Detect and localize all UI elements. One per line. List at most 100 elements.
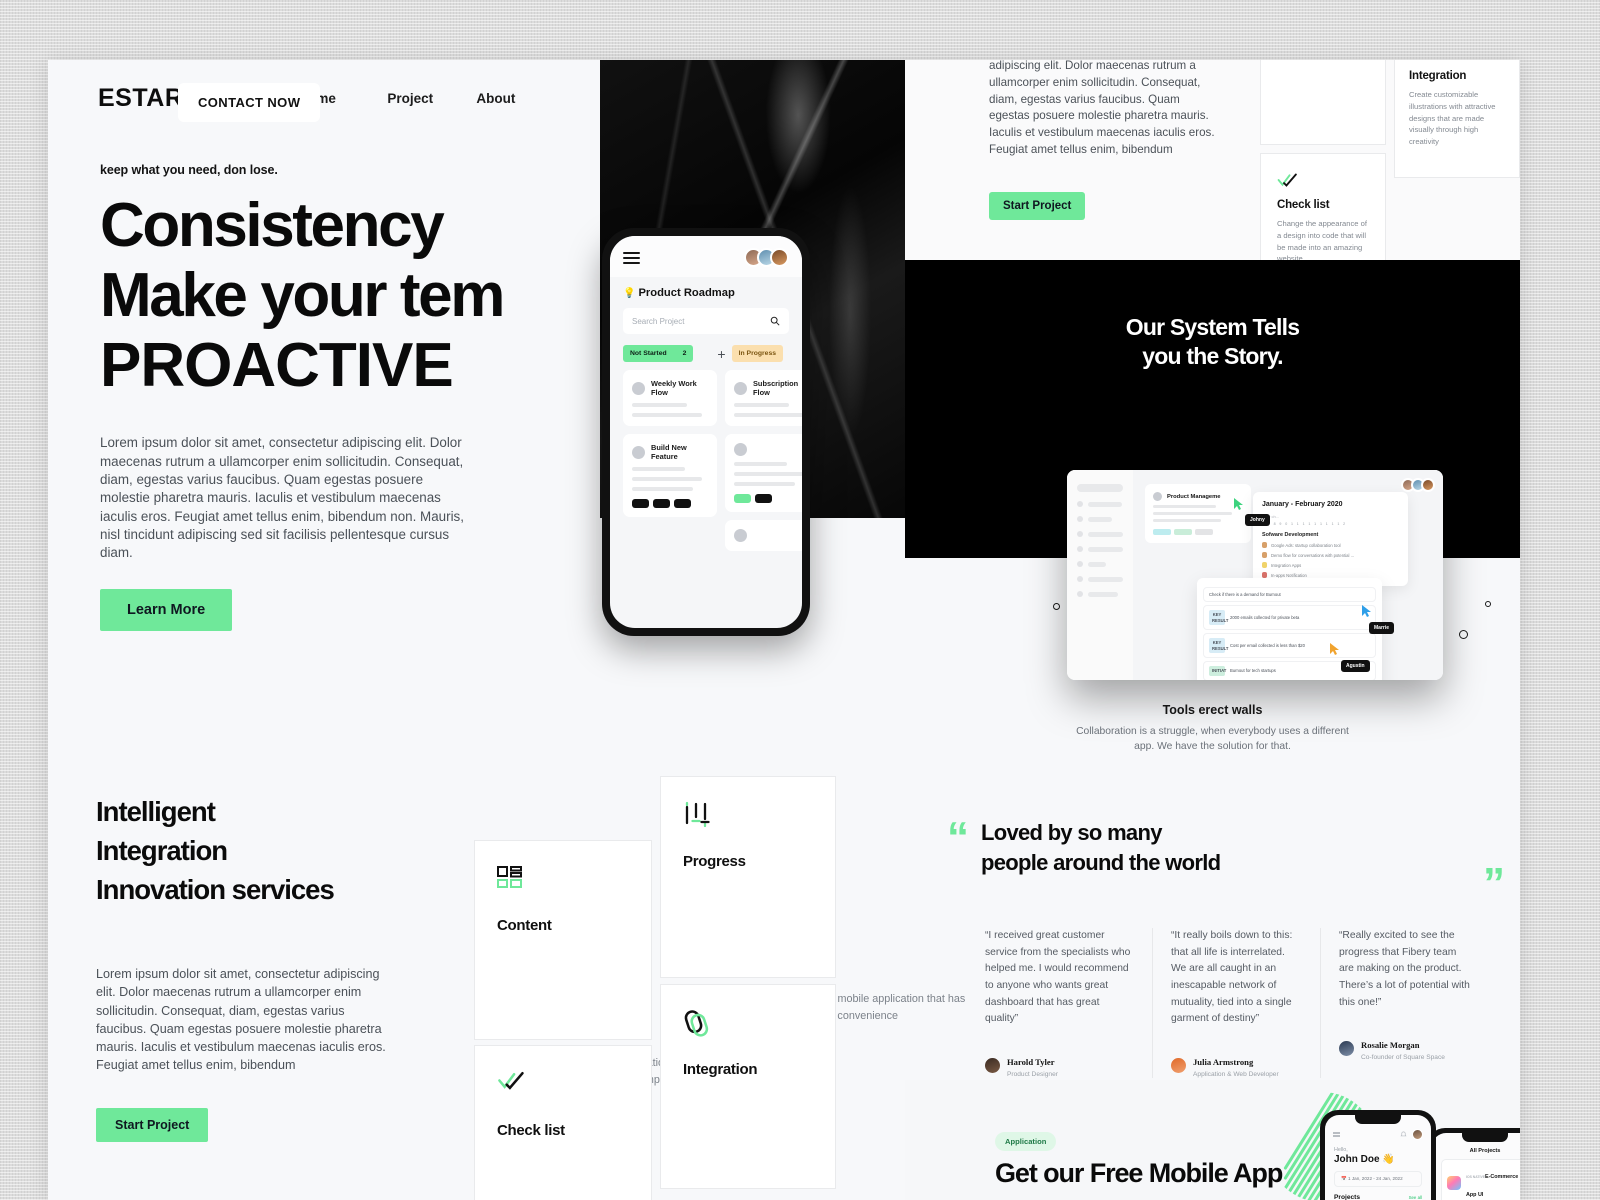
skeleton-bar: [1153, 519, 1222, 522]
hero-title-line-3: PROACTIVE: [100, 331, 454, 401]
tag-row: [1153, 529, 1243, 535]
search-placeholder: Search Project: [632, 316, 685, 326]
project-list-item[interactable]: IOS NATIVEE-Commerce App UI: [1441, 1159, 1520, 1200]
phone-screen: Hello, John Doe 👋 📅 1 Jan, 2022 - 24 Jan…: [1325, 1115, 1431, 1200]
avatar-group: [744, 248, 789, 267]
avatar: [1339, 1040, 1354, 1056]
calendar-icon: 📅: [1341, 1176, 1347, 1181]
task-title: Weekly Work Flow: [651, 379, 697, 397]
testimonial-name: Julia Armstrong: [1193, 1057, 1254, 1068]
sidebar-row: [1077, 576, 1123, 582]
avatar-placeholder: [632, 445, 645, 459]
status-chips: Not Started 2 + In Progress: [623, 345, 789, 362]
task-label: Check if there is a demand for Burnout: [1209, 592, 1281, 597]
services-title-line-1: Intelligent: [96, 796, 216, 827]
nav-links: Home Project About: [298, 91, 565, 106]
task-card[interactable]: [725, 434, 802, 512]
decor-dot: [1459, 630, 1468, 639]
skeleton-bar: [1077, 484, 1123, 492]
skeleton-bar: [1153, 505, 1216, 508]
service-card-progress[interactable]: Progress Make the appearance of a mobile…: [660, 776, 965, 1022]
task-card[interactable]: Build New Feature: [623, 434, 717, 517]
avatar: [770, 248, 789, 267]
bell-icon[interactable]: [1400, 1131, 1407, 1138]
testimonial-name: Harold Tyler: [1007, 1057, 1055, 1068]
projects-header-row: Projects See all: [1334, 1194, 1422, 1200]
learn-more-button[interactable]: Learn More: [100, 588, 233, 631]
hero-title-line-2: Make your tem: [100, 261, 505, 331]
search-icon: [770, 316, 780, 326]
cursor-icon-blue: [1362, 605, 1371, 617]
task-card[interactable]: Weekly Work Flow: [623, 370, 717, 426]
project-card[interactable]: Product Manageme: [1145, 484, 1251, 543]
mini-card-title: Check list: [1277, 199, 1330, 211]
testimonial-item: “I received great customer service from …: [985, 928, 1153, 1079]
sidebar-row: [1077, 591, 1123, 597]
task-row[interactable]: KEY RESULT 2000 emails collected for priv…: [1203, 605, 1376, 631]
mini-card-partial: [1260, 60, 1386, 145]
page-title: Consistency Make your tem PROACTIVE: [100, 191, 588, 401]
chip-not-started[interactable]: Not Started 2: [623, 345, 694, 362]
contact-now-button[interactable]: CONTACT NOW: [178, 83, 321, 122]
sidebar-row: [1077, 501, 1123, 507]
date-range-field[interactable]: 📅 1 Jan, 2022 - 24 Jan, 2022: [1334, 1171, 1422, 1187]
dashboard-sidebar: [1067, 470, 1133, 680]
testimonials-heading: “ Loved by so many people around the wor…: [947, 813, 1505, 908]
task-label: Cost per email collected is less than $2…: [1230, 643, 1305, 649]
see-all-link[interactable]: See all: [1409, 1195, 1422, 1200]
avatar: [985, 1057, 1000, 1073]
greeting-label: Hello,: [1334, 1147, 1348, 1153]
service-card-check-list[interactable]: Check list Change the appearance of a de…: [474, 1045, 652, 1200]
nav-item-about[interactable]: About: [476, 91, 565, 106]
testimonial-item: “It really boils down to this: that all …: [1153, 928, 1321, 1079]
calendar-card[interactable]: January - February 2020 Sear ch... 6 7 8…: [1253, 492, 1408, 587]
calendar-row[interactable]: Integration Apps: [1262, 562, 1399, 569]
story-caption-title: Tools erect walls: [1162, 703, 1263, 717]
testimonial-author: Julia Armstrong Application & Web Develop…: [1171, 1052, 1302, 1078]
hero-copy: keep what you need, don lose. Consistenc…: [48, 113, 588, 631]
calendar-search[interactable]: Sear ch...: [1262, 514, 1399, 519]
nav-item-project[interactable]: Project: [387, 91, 476, 106]
service-card-title: Content: [497, 917, 552, 934]
skeleton-bar: [632, 487, 693, 491]
avatar[interactable]: [1412, 1129, 1423, 1140]
sidebar-row: [1077, 531, 1123, 537]
phone-mockup-projects: All Projects IOS NATIVEE-Commerce App UI…: [1427, 1128, 1520, 1200]
start-project-button[interactable]: Start Project: [96, 1108, 209, 1142]
task-card[interactable]: Subscription Flow: [725, 370, 802, 426]
cursor-nametag-agustin: Agustin: [1341, 660, 1370, 672]
tag-pills: [734, 494, 802, 503]
skeleton-bar: [734, 482, 795, 486]
task-title: Build New Feature: [651, 443, 687, 461]
hamburger-icon[interactable]: [623, 249, 640, 267]
service-card-integration[interactable]: Integration Create customizable illustra…: [660, 984, 836, 1189]
start-project-button-top[interactable]: Start Project: [989, 192, 1086, 220]
task-row[interactable]: OBJECTCheck if there is a demand for Bur…: [1203, 587, 1376, 603]
services-paragraph: Lorem ipsum dolor sit amet, consectetur …: [96, 967, 386, 1073]
calendar-title: January - February 2020: [1262, 501, 1343, 508]
mini-card-title: Integration: [1409, 70, 1467, 82]
hamburger-icon[interactable]: [1333, 1131, 1340, 1138]
phone-mockup: 💡 Product Roadmap Search Project Not Star…: [602, 228, 810, 636]
roadmap-title: 💡 Product Roadmap: [610, 277, 802, 299]
avatar-group: [1401, 478, 1435, 492]
service-card-title: Progress: [683, 853, 746, 870]
projects-label: Projects: [1334, 1194, 1361, 1200]
service-card-content[interactable]: Content Create 2d / 3d video animation i…: [474, 840, 786, 1086]
skeleton-bar: [734, 472, 802, 476]
dashboard-main: Product Manageme January - February 2020…: [1133, 470, 1443, 680]
top-right-paragraph: adipiscing elit. Dolor maecenas rutrum a…: [989, 60, 1215, 156]
services-title: Intelligent Integration Innovation servi…: [96, 792, 456, 909]
phone-screen: All Projects IOS NATIVEE-Commerce App UI…: [1432, 1133, 1520, 1200]
task-tag: KEY RESULT: [1209, 638, 1228, 654]
chip-in-progress[interactable]: In Progress: [731, 345, 784, 362]
testimonial-role: Product Designer: [1007, 1071, 1058, 1079]
add-icon[interactable]: +: [717, 346, 725, 362]
story-heading: Our System Tells you the Story.: [905, 260, 1520, 370]
mini-card-integration[interactable]: Integration Create customizable illustra…: [1394, 60, 1520, 178]
task-card[interactable]: [725, 520, 802, 551]
calendar-row[interactable]: Google Ads: startup collaboration tool: [1262, 542, 1399, 549]
task-row[interactable]: KEY RESULT Cost per email collected is le…: [1203, 633, 1376, 659]
calendar-row[interactable]: Demo flow for conversations with potenti…: [1262, 552, 1399, 559]
search-input[interactable]: Search Project: [623, 308, 789, 334]
